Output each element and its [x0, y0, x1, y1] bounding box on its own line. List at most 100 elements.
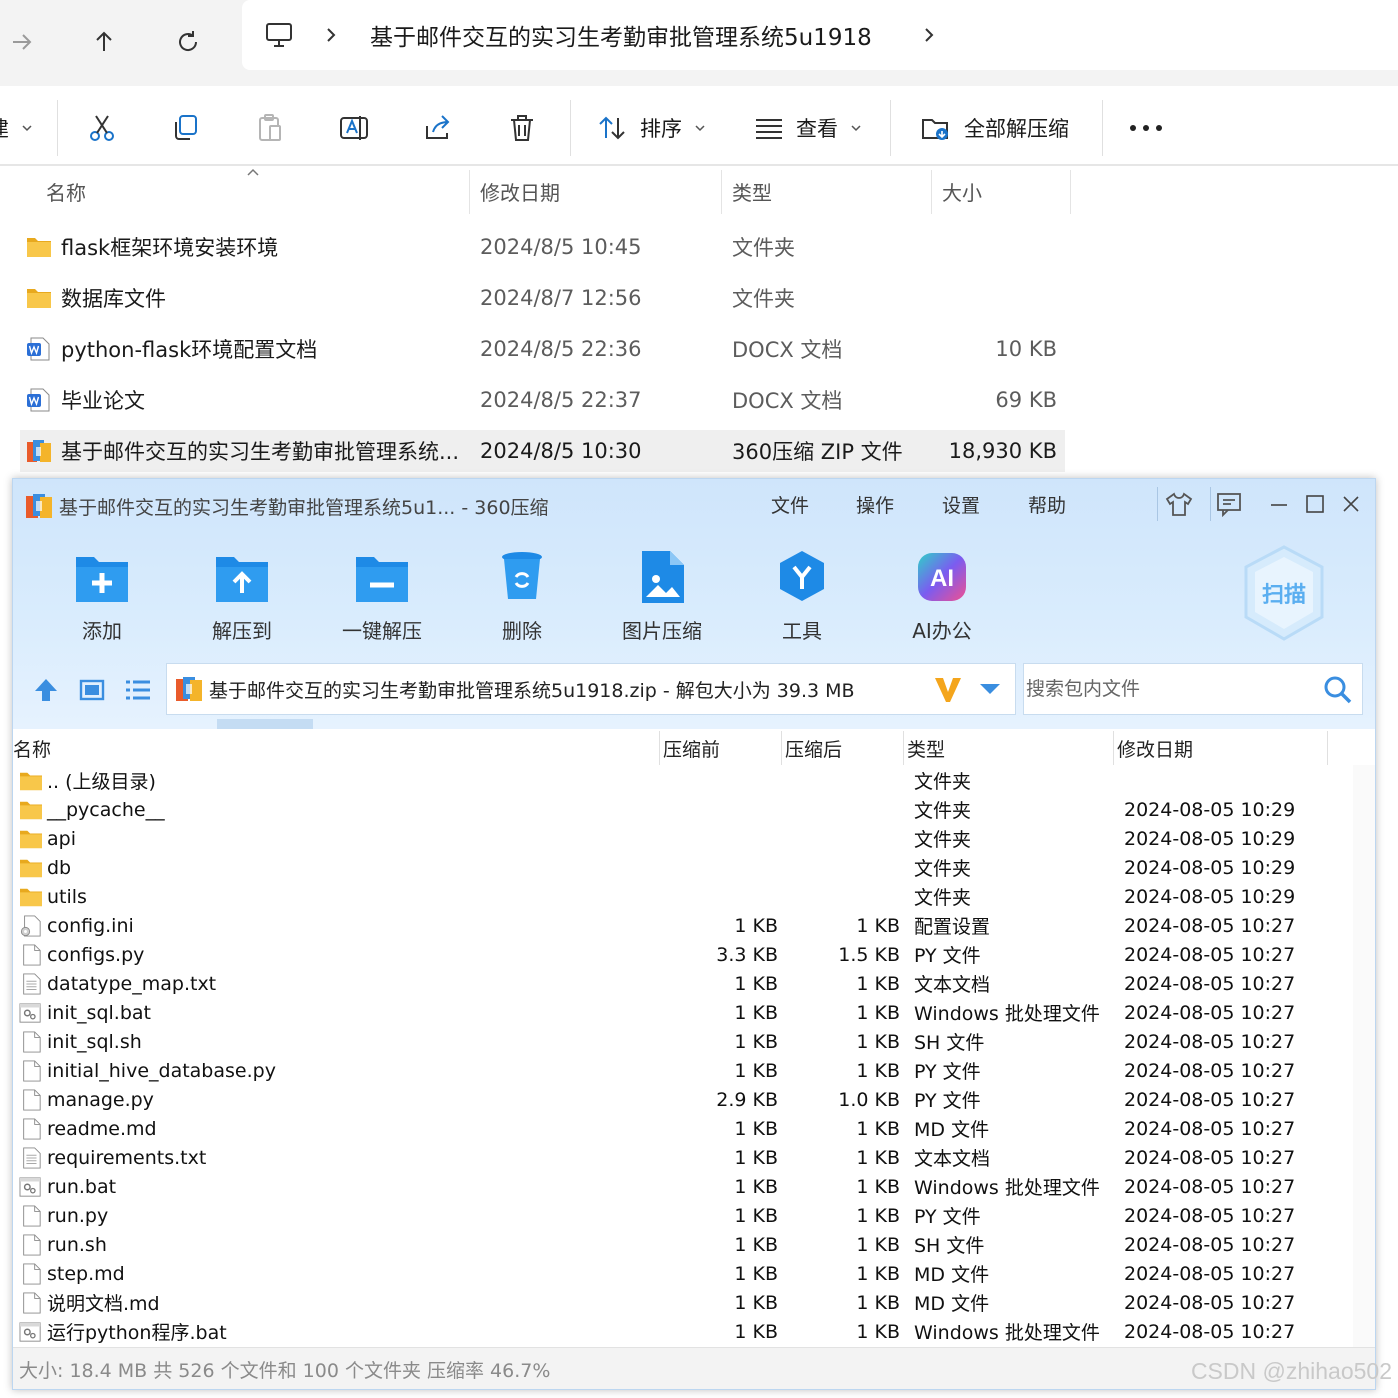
view-button[interactable]: 查看: [754, 106, 862, 150]
go-up-button[interactable]: [31, 675, 61, 705]
zip-file-row[interactable]: init_sql.bat 1 KB 1 KB Windows 批处理文件 2024-08…: [13, 998, 1375, 1027]
maximize-button[interactable]: [1297, 489, 1333, 519]
zip-file-size-after: 1 KB: [856, 1262, 900, 1285]
zip-file-size-after: 1 KB: [856, 914, 900, 937]
archive-path-bar[interactable]: 基于邮件交互的实习生考勤审批管理系统5u1918.zip - 解包大小为 39.…: [166, 663, 1016, 715]
explorer-file-row[interactable]: 基于邮件交互的实习生考勤审批管理系统... 2024/8/5 10:30 360压缩…: [20, 430, 1065, 472]
skin-button[interactable]: [1161, 489, 1197, 519]
column-size[interactable]: 大小: [942, 168, 982, 214]
file-icon: [23, 1263, 41, 1285]
explorer-file-row[interactable]: python-flask环境配置文档 2024/8/5 22:36 DOCX 文档 1…: [20, 328, 1065, 370]
path-dropdown-button[interactable]: [975, 676, 1005, 702]
zip-file-row[interactable]: api 文件夹 2024-08-05 10:29: [13, 824, 1375, 853]
more-options-button[interactable]: [1128, 106, 1164, 150]
zip-file-row[interactable]: 说明文档.md 1 KB 1 KB MD 文件 2024-08-05 10:27: [13, 1288, 1375, 1317]
zip-file-row[interactable]: step.md 1 KB 1 KB MD 文件 2024-08-05 10:27: [13, 1259, 1375, 1288]
row-icon-wrapper: [19, 799, 43, 821]
breadcrumb-chevron-icon[interactable]: [324, 0, 338, 70]
row-icon-wrapper: [19, 1234, 43, 1256]
zip-file-row[interactable]: db 文件夹 2024-08-05 10:29: [13, 853, 1375, 882]
zip-column-name[interactable]: 名称: [13, 731, 51, 765]
rename-button[interactable]: [338, 106, 370, 150]
explorer-toolbar: 建 排序 查看 全部解压缩: [0, 86, 1398, 166]
tool-image-compress-button[interactable]: 图片压缩: [597, 549, 727, 649]
zip-file-row[interactable]: manage.py 2.9 KB 1.0 KB PY 文件 2024-08-05 10:…: [13, 1085, 1375, 1114]
zip-file-row[interactable]: run.bat 1 KB 1 KB Windows 批处理文件 2024-08-05 1…: [13, 1172, 1375, 1201]
zip-file-row[interactable]: init_sql.sh 1 KB 1 KB SH 文件 2024-08-05 10:27: [13, 1027, 1375, 1056]
breadcrumb-end-chevron-icon[interactable]: [922, 0, 936, 70]
sort-button[interactable]: 排序: [596, 106, 706, 150]
tool-add-button[interactable]: 添加: [37, 549, 167, 649]
new-button[interactable]: 建: [0, 106, 33, 150]
zip-file-row[interactable]: configs.py 3.3 KB 1.5 KB PY 文件 2024-08-05 10…: [13, 940, 1375, 969]
tool-delete-label: 删除: [502, 619, 542, 643]
scan-shield-icon: 扫描: [1244, 545, 1324, 641]
scan-button[interactable]: 扫描: [1241, 543, 1327, 643]
zip-file-row[interactable]: config.ini 1 KB 1 KB 配置设置 2024-08-05 10:27: [13, 911, 1375, 940]
menu-file[interactable]: 文件: [771, 491, 809, 518]
status-text: 大小: 18.4 MB 共 526 个文件和 100 个文件夹 压缩率 46.7…: [19, 1359, 551, 1382]
column-name[interactable]: 名称: [46, 168, 86, 214]
zip-column-date[interactable]: 修改日期: [1117, 731, 1193, 765]
copy-button[interactable]: [170, 106, 202, 150]
paste-button[interactable]: [254, 106, 286, 150]
tool-extract-to-button[interactable]: 解压到: [177, 549, 307, 649]
folder-icon: [20, 830, 42, 849]
address-bar[interactable]: 基于邮件交互的实习生考勤审批管理系统5u1918: [242, 0, 1398, 70]
menu-settings[interactable]: 设置: [942, 491, 980, 518]
thumbnail-view-button[interactable]: [77, 675, 107, 705]
this-pc-segment[interactable]: [264, 0, 294, 70]
zip-column-type[interactable]: 类型: [907, 731, 945, 765]
zip-column-before[interactable]: 压缩前: [663, 731, 720, 765]
menu-help[interactable]: 帮助: [1028, 491, 1066, 518]
refresh-button[interactable]: [166, 20, 210, 64]
toolbox-hexagon-icon: [780, 551, 824, 601]
close-button[interactable]: [1333, 489, 1369, 519]
up-button[interactable]: [82, 20, 126, 64]
breadcrumb-folder[interactable]: 基于邮件交互的实习生考勤审批管理系统5u1918: [370, 0, 872, 70]
zip-file-row[interactable]: 运行python程序.bat 1 KB 1 KB Windows 批处理文件 2024-…: [13, 1317, 1375, 1346]
zip-file-size-after: 1 KB: [856, 1320, 900, 1343]
search-button[interactable]: [1322, 674, 1354, 704]
zip-file-type: PY 文件: [914, 1061, 981, 1083]
scan-label: 扫描: [1262, 583, 1306, 608]
zip-file-row[interactable]: initial_hive_database.py 1 KB 1 KB PY 文件 202…: [13, 1056, 1375, 1085]
zip-file-row[interactable]: requirements.txt 1 KB 1 KB 文本文档 2024-08-05 1…: [13, 1143, 1375, 1172]
zip-file-row[interactable]: run.sh 1 KB 1 KB SH 文件 2024-08-05 10:27: [13, 1230, 1375, 1259]
minimize-button[interactable]: [1261, 489, 1297, 519]
tool-ai-office-button[interactable]: AI AI办公: [877, 549, 1007, 649]
extract-all-button[interactable]: 全部解压缩: [920, 106, 1069, 150]
zip-file-size-after: 1 KB: [856, 1175, 900, 1198]
zip-file-name: initial_hive_database.py: [47, 1059, 276, 1082]
explorer-file-row[interactable]: flask框架环境安装环境 2024/8/5 10:45 文件夹: [20, 226, 1065, 268]
zip-file-row[interactable]: datatype_map.txt 1 KB 1 KB 文本文档 2024-08-05 1…: [13, 969, 1375, 998]
folder-icon: [20, 801, 42, 820]
zip-column-after[interactable]: 压缩后: [785, 731, 842, 765]
zip-file-name: .. (上级目录): [47, 771, 156, 793]
zip-file-type: Windows 批处理文件: [914, 1177, 1100, 1199]
cut-button[interactable]: [86, 106, 118, 150]
vertical-scrollbar[interactable]: [1353, 765, 1375, 1347]
zip-file-row[interactable]: __pycache__ 文件夹 2024-08-05 10:29: [13, 795, 1375, 824]
explorer-file-row[interactable]: 毕业论文 2024/8/5 22:37 DOCX 文档 69 KB: [20, 379, 1065, 421]
zip-file-row[interactable]: .. (上级目录) 文件夹: [13, 766, 1375, 795]
menu-operation[interactable]: 操作: [856, 491, 894, 518]
tool-one-click-extract-label: 一键解压: [342, 619, 422, 643]
column-date[interactable]: 修改日期: [480, 168, 560, 214]
tool-tools-button[interactable]: 工具: [737, 549, 867, 649]
feedback-button[interactable]: [1211, 489, 1247, 519]
list-view-button[interactable]: [123, 675, 153, 705]
explorer-file-row[interactable]: 数据库文件 2024/8/7 12:56 文件夹: [20, 277, 1065, 319]
zip-file-row[interactable]: utils 文件夹 2024-08-05 10:29: [13, 882, 1375, 911]
search-input[interactable]: [1024, 664, 1314, 714]
forward-button[interactable]: [0, 20, 44, 64]
clipboard-icon: [259, 114, 281, 141]
row-icon-wrapper: [19, 770, 43, 792]
tool-one-click-extract-button[interactable]: 一键解压: [317, 549, 447, 649]
delete-button[interactable]: [506, 106, 538, 150]
share-button[interactable]: [422, 106, 454, 150]
column-type[interactable]: 类型: [732, 168, 772, 214]
zip-file-row[interactable]: readme.md 1 KB 1 KB MD 文件 2024-08-05 10:27: [13, 1114, 1375, 1143]
zip-file-row[interactable]: run.py 1 KB 1 KB PY 文件 2024-08-05 10:27: [13, 1201, 1375, 1230]
tool-delete-button[interactable]: 删除: [457, 549, 587, 649]
